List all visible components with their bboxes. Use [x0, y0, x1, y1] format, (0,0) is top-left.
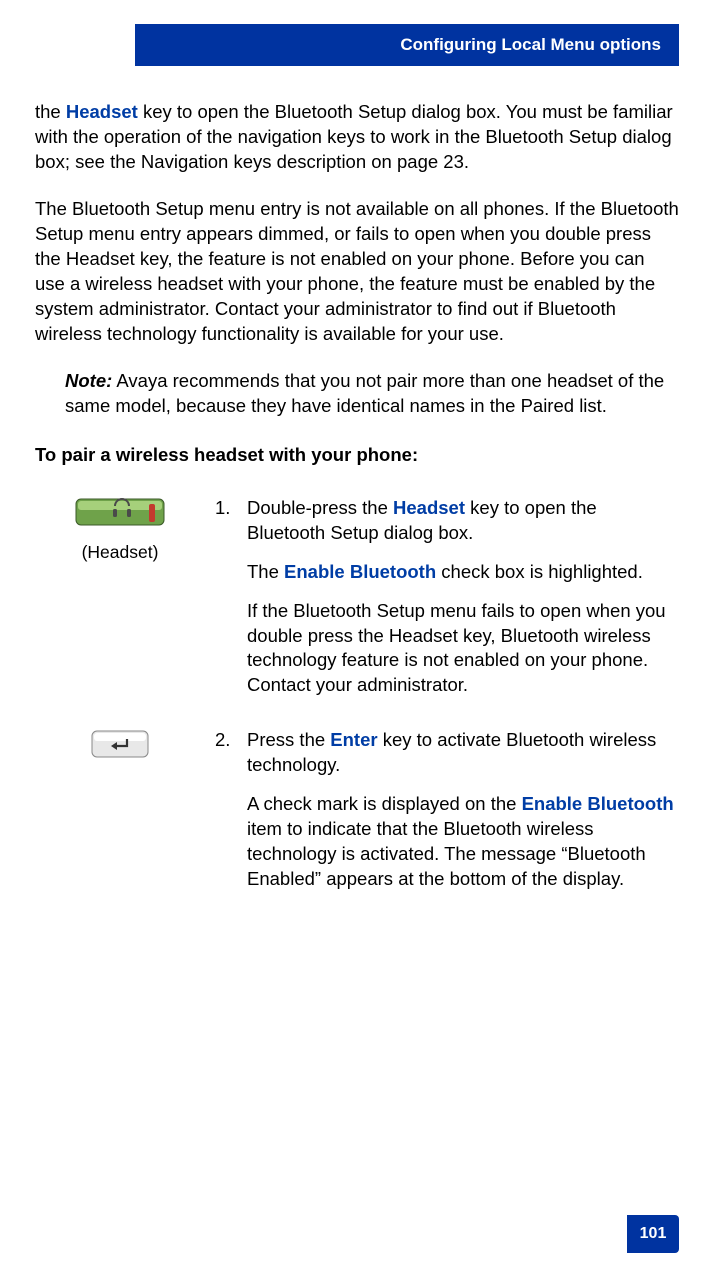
step-1-line-a: Double-press the: [247, 497, 393, 518]
step-2-number: 2.: [215, 728, 247, 753]
headset-key-caption: (Headset): [35, 541, 205, 565]
step-2-key-column: [35, 728, 205, 767]
note-label: Note:: [65, 370, 112, 391]
headset-key-term: Headset: [66, 101, 138, 122]
step-2-enter-term: Enter: [330, 729, 377, 750]
step-2-line-a: Press the: [247, 729, 330, 750]
availability-text: The Bluetooth Setup menu entry is not av…: [35, 198, 679, 344]
step-2-enable-bt-term: Enable Bluetooth: [522, 793, 674, 814]
step-2-text: 2. Press the Enter key to activate Bluet…: [205, 728, 679, 892]
headset-key-icon: [75, 498, 165, 535]
procedure-heading-text: To pair a wireless headset with your pho…: [35, 444, 418, 465]
step-1-sub1-c: check box is highlighted.: [436, 561, 643, 582]
availability-paragraph: The Bluetooth Setup menu entry is not av…: [35, 197, 679, 347]
note-text: Avaya recommends that you not pair more …: [65, 370, 664, 416]
step-2-sub1-a: A check mark is displayed on the: [247, 793, 522, 814]
intro-text-a: the: [35, 101, 66, 122]
step-1-sub2: If the Bluetooth Setup menu fails to ope…: [247, 600, 666, 696]
page-number: 101: [640, 1225, 667, 1243]
enter-key-icon: [91, 730, 149, 767]
procedure-heading: To pair a wireless headset with your pho…: [35, 443, 679, 468]
step-1-headset-term: Headset: [393, 497, 465, 518]
step-1-text: 1. Double-press the Headset key to open …: [205, 496, 679, 699]
page-number-tab: 101: [627, 1215, 679, 1253]
page-header: Configuring Local Menu options: [135, 24, 679, 66]
note-block: Note: Avaya recommends that you not pair…: [65, 369, 679, 419]
header-title: Configuring Local Menu options: [400, 35, 661, 55]
step-1: (Headset) 1. Double-press the Headset ke…: [35, 496, 679, 699]
intro-paragraph: the Headset key to open the Bluetooth Se…: [35, 100, 679, 175]
page-content: the Headset key to open the Bluetooth Se…: [35, 100, 679, 922]
step-1-sub1-a: The: [247, 561, 284, 582]
step-1-enable-bt-term: Enable Bluetooth: [284, 561, 436, 582]
step-2: 2. Press the Enter key to activate Bluet…: [35, 728, 679, 892]
step-1-number: 1.: [215, 496, 247, 521]
step-1-key-column: (Headset): [35, 496, 205, 565]
step-2-sub1-c: item to indicate that the Bluetooth wire…: [247, 818, 646, 889]
